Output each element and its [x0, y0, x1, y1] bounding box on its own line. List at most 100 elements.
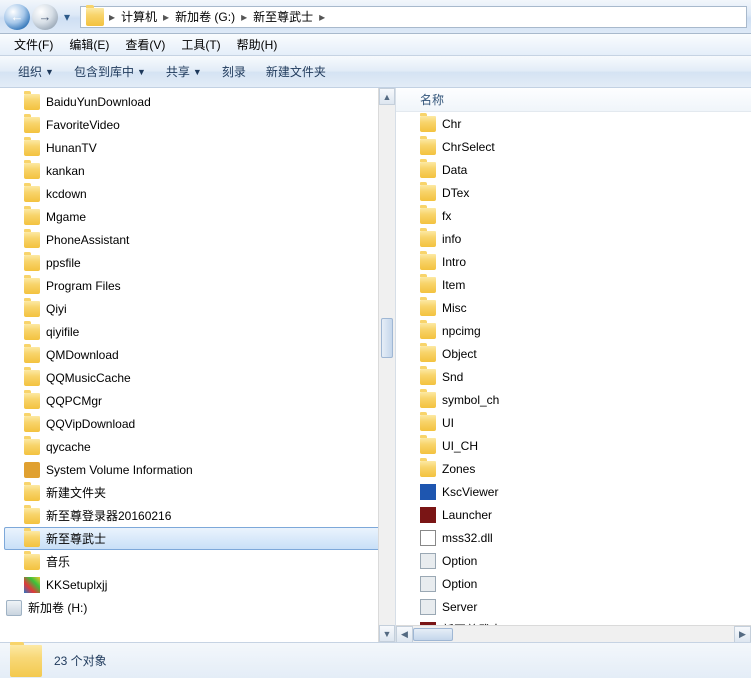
- list-item[interactable]: Snd: [396, 365, 751, 388]
- list-item[interactable]: info: [396, 227, 751, 250]
- list-item[interactable]: npcimg: [396, 319, 751, 342]
- list-item[interactable]: Data: [396, 158, 751, 181]
- tree-item[interactable]: QMDownload: [22, 343, 395, 366]
- item-label: npcimg: [442, 324, 481, 338]
- folder-icon: [420, 139, 436, 155]
- tree-item[interactable]: PhoneAssistant: [22, 228, 395, 251]
- list-item[interactable]: UI: [396, 411, 751, 434]
- scroll-thumb[interactable]: [413, 628, 453, 641]
- tree-item[interactable]: QQPCMgr: [22, 389, 395, 412]
- breadcrumb-segment[interactable]: 计算机: [117, 8, 161, 25]
- tree-item[interactable]: QQMusicCache: [22, 366, 395, 389]
- list-item[interactable]: Object: [396, 342, 751, 365]
- tree-item[interactable]: 新至尊登录器20160216: [22, 504, 395, 527]
- scrollbar-horizontal[interactable]: ◀ ▶: [396, 625, 751, 642]
- scroll-thumb[interactable]: [381, 318, 393, 358]
- item-label: UI: [442, 416, 454, 430]
- forward-button[interactable]: →: [32, 4, 58, 30]
- folder-icon: [24, 186, 40, 202]
- menu-edit[interactable]: 编辑(E): [61, 36, 117, 53]
- item-label: ChrSelect: [442, 140, 495, 154]
- list-item[interactable]: Zones: [396, 457, 751, 480]
- chevron-right-icon: ▸: [239, 10, 249, 24]
- scroll-up-button[interactable]: ▲: [379, 88, 395, 105]
- back-button[interactable]: ←: [4, 4, 30, 30]
- breadcrumb-segment[interactable]: 新至尊武士: [249, 8, 317, 25]
- tree-item[interactable]: System Volume Information: [22, 458, 395, 481]
- scroll-left-button[interactable]: ◀: [396, 626, 413, 643]
- scroll-right-button[interactable]: ▶: [734, 626, 751, 643]
- breadcrumb[interactable]: ▸ 计算机 ▸ 新加卷 (G:) ▸ 新至尊武士 ▸: [80, 6, 747, 28]
- list-item[interactable]: Launcher: [396, 503, 751, 526]
- folder-icon: [24, 508, 40, 524]
- content-pane[interactable]: 名称 Chr ChrSelect Data DTex fxinfoIntroItemMi…: [396, 88, 751, 642]
- list-item[interactable]: Option: [396, 572, 751, 595]
- item-label: qycache: [46, 440, 91, 454]
- list-item[interactable]: Chr: [396, 112, 751, 135]
- include-in-library-button[interactable]: 包含到库中▼: [64, 61, 156, 83]
- folder-icon: [10, 645, 42, 677]
- tree-item[interactable]: ppsfile: [22, 251, 395, 274]
- menu-help[interactable]: 帮助(H): [229, 36, 286, 53]
- list-item[interactable]: fx: [396, 204, 751, 227]
- item-label: 音乐: [46, 553, 70, 570]
- folder-icon: [420, 415, 436, 431]
- item-label: HunanTV: [46, 141, 97, 155]
- tree-item[interactable]: kcdown: [22, 182, 395, 205]
- item-label: 新加卷 (H:): [28, 599, 87, 616]
- folder-icon: [420, 461, 436, 477]
- item-label: symbol_ch: [442, 393, 499, 407]
- share-button[interactable]: 共享▼: [156, 61, 212, 83]
- folder-icon: [24, 416, 40, 432]
- folder-icon: [24, 140, 40, 156]
- history-dropdown[interactable]: ▾: [60, 10, 74, 24]
- tree-item[interactable]: Qiyi: [22, 297, 395, 320]
- scrollbar-vertical[interactable]: ▲ ▼: [378, 88, 395, 642]
- list-item[interactable]: Option: [396, 549, 751, 572]
- tree-item[interactable]: qycache: [22, 435, 395, 458]
- item-label: DTex: [442, 186, 469, 200]
- tree-item[interactable]: HunanTV: [22, 136, 395, 159]
- column-header-name[interactable]: 名称: [396, 88, 751, 112]
- app5-icon: [420, 576, 436, 592]
- tree-item[interactable]: Program Files: [22, 274, 395, 297]
- menu-view[interactable]: 查看(V): [117, 36, 173, 53]
- list-item[interactable]: Misc: [396, 296, 751, 319]
- menu-tools[interactable]: 工具(T): [173, 36, 228, 53]
- tree-item[interactable]: 音乐: [22, 550, 395, 573]
- tree-item[interactable]: QQVipDownload: [22, 412, 395, 435]
- list-item[interactable]: KscViewer: [396, 480, 751, 503]
- tree-item[interactable]: kankan: [22, 159, 395, 182]
- navigation-pane[interactable]: BaiduYunDownloadFavoriteVideo HunanTV kank…: [0, 88, 396, 642]
- list-item[interactable]: UI_CH: [396, 434, 751, 457]
- list-item[interactable]: mss32.dll: [396, 526, 751, 549]
- tree-item[interactable]: 新建文件夹: [22, 481, 395, 504]
- menu-file[interactable]: 文件(F): [6, 36, 61, 53]
- menu-bar: 文件(F) 编辑(E) 查看(V) 工具(T) 帮助(H): [0, 34, 751, 56]
- chevron-right-icon: ▸: [107, 10, 117, 24]
- tree-item[interactable]: 新至尊武士: [4, 527, 389, 550]
- tree-item[interactable]: Mgame: [22, 205, 395, 228]
- tree-item[interactable]: qiyifile: [22, 320, 395, 343]
- organize-button[interactable]: 组织▼: [8, 61, 64, 83]
- list-item[interactable]: 新至尊武士: [396, 618, 751, 625]
- folder-icon: [420, 162, 436, 178]
- scroll-down-button[interactable]: ▼: [379, 625, 395, 642]
- tree-item[interactable]: 新加卷 (H:): [4, 596, 395, 619]
- list-item[interactable]: Item: [396, 273, 751, 296]
- list-item[interactable]: DTex: [396, 181, 751, 204]
- folder-icon: [24, 554, 40, 570]
- tree-item[interactable]: BaiduYunDownload: [22, 90, 395, 113]
- tree-item[interactable]: KKSetuplxjj: [22, 573, 395, 596]
- app1-icon: [24, 577, 40, 593]
- list-item[interactable]: ChrSelect: [396, 135, 751, 158]
- breadcrumb-segment[interactable]: 新加卷 (G:): [171, 8, 239, 25]
- tree-item[interactable]: FavoriteVideo: [22, 113, 395, 136]
- burn-button[interactable]: 刻录: [212, 61, 256, 83]
- folder-icon: [24, 301, 40, 317]
- list-item[interactable]: Server: [396, 595, 751, 618]
- list-item[interactable]: symbol_ch: [396, 388, 751, 411]
- folder-icon: [24, 255, 40, 271]
- new-folder-button[interactable]: 新建文件夹: [256, 61, 336, 83]
- list-item[interactable]: Intro: [396, 250, 751, 273]
